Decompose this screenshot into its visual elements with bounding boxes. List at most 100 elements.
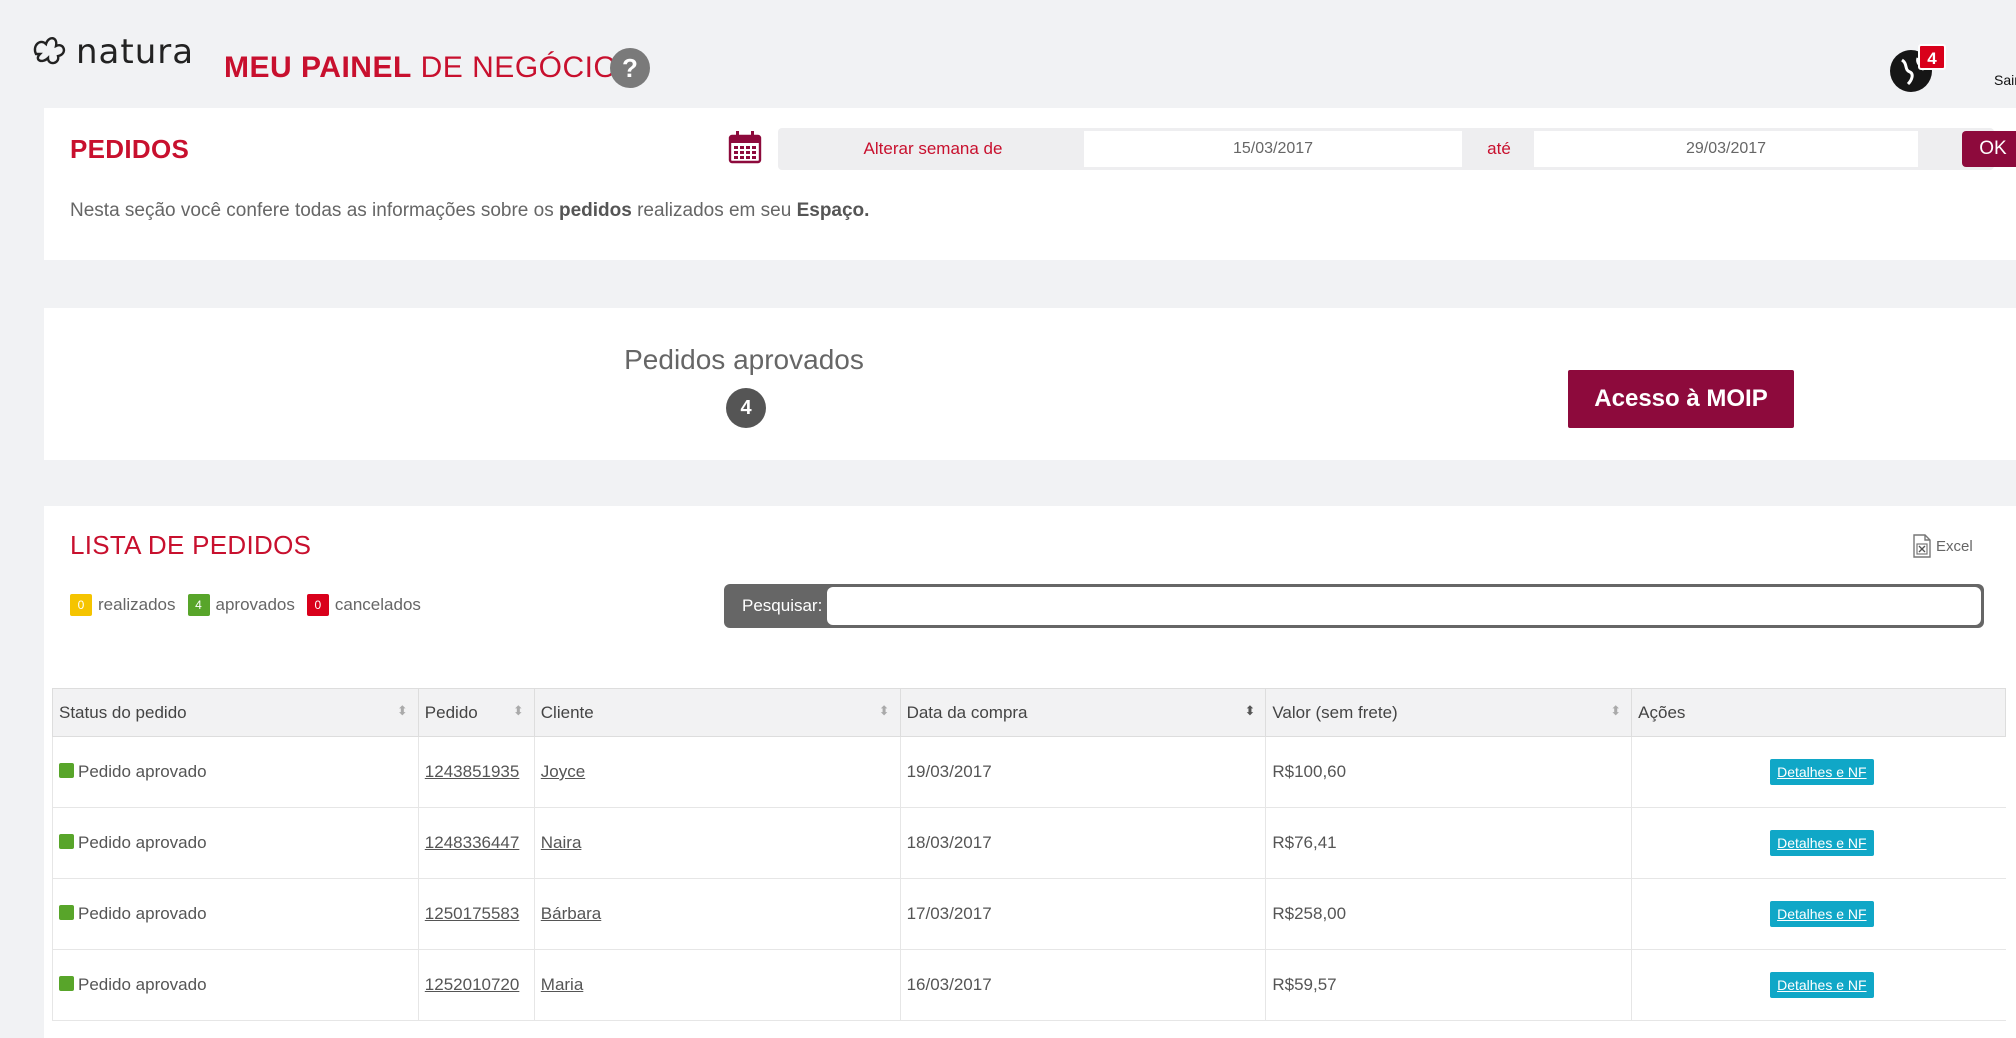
help-button[interactable]: ? bbox=[610, 48, 650, 88]
client-name-link[interactable]: Joyce bbox=[541, 762, 585, 781]
status-cell: Pedido aprovado bbox=[52, 807, 419, 879]
details-nf-button[interactable]: Detalhes e NF bbox=[1770, 830, 1874, 856]
pedidos-description: Nesta seção você confere todas as inform… bbox=[70, 200, 869, 222]
status-cell: Pedido aprovado bbox=[52, 878, 419, 950]
notification-count-badge: 4 bbox=[1918, 44, 1946, 70]
details-nf-button[interactable]: Detalhes e NF bbox=[1770, 759, 1874, 785]
orders-list-panel: LISTA DE PEDIDOS Excel 0 realizados 4 ap… bbox=[44, 506, 2016, 1038]
excel-file-icon bbox=[1913, 534, 1931, 558]
pedido-cell: 1252010720 bbox=[417, 949, 535, 1021]
table-row: Pedido aprovado 1252010720 Maria 16/03/2… bbox=[52, 949, 2006, 1021]
sort-icon: ⬍ bbox=[878, 703, 890, 718]
table-row: Pedido aprovado 1250175583 Bárbara 17/03… bbox=[52, 878, 2006, 950]
status-text: Pedido aprovado bbox=[78, 762, 207, 781]
aprovados-count-badge: 4 bbox=[187, 594, 210, 616]
until-label: até bbox=[1487, 139, 1511, 158]
details-nf-button[interactable]: Detalhes e NF bbox=[1770, 972, 1874, 998]
data-cell: 17/03/2017 bbox=[899, 878, 1266, 950]
pedido-cell: 1243851935 bbox=[417, 736, 535, 808]
client-name-link[interactable]: Maria bbox=[541, 975, 584, 994]
week-label: Alterar semana de bbox=[863, 139, 1003, 158]
search-input[interactable] bbox=[827, 587, 1981, 625]
valor-cell: R$76,41 bbox=[1265, 807, 1632, 879]
desc-bold-espaco: Espaço. bbox=[796, 200, 870, 221]
orders-table: Status do pedido ⬍ Pedido ⬍ Cliente ⬍ Data … bbox=[52, 688, 2006, 1021]
approved-status-icon bbox=[59, 763, 74, 778]
moip-access-button[interactable]: Acesso à MOIP bbox=[1568, 370, 1794, 428]
desc-middle: realizados em seu bbox=[631, 200, 797, 221]
app-title-rest: DE NEGÓCIOS bbox=[411, 51, 638, 84]
order-number-link[interactable]: 1250175583 bbox=[425, 904, 520, 923]
pedidos-panel: PEDIDOS Nesta seção você confere todas a… bbox=[44, 108, 2016, 260]
col-header-acoes: Ações bbox=[1631, 688, 2006, 737]
col-header-cliente[interactable]: Cliente ⬍ bbox=[533, 688, 901, 737]
acoes-cell: Detalhes e NF bbox=[1631, 807, 2006, 879]
ok-button[interactable]: OK bbox=[1962, 131, 2016, 167]
aprovados-label: aprovados bbox=[215, 595, 295, 614]
col-header-pedido-label: Pedido bbox=[424, 702, 478, 722]
col-header-data[interactable]: Data da compra ⬍ bbox=[899, 688, 1267, 737]
week-selector: Alterar semana de até OK bbox=[778, 128, 2016, 170]
logout-link[interactable]: Sair bbox=[1994, 72, 2016, 88]
sort-icon: ⬍ bbox=[396, 703, 408, 718]
realizados-label: realizados bbox=[98, 595, 176, 614]
col-header-valor[interactable]: Valor (sem frete) ⬍ bbox=[1265, 688, 1633, 737]
sort-desc-icon: ⬍ bbox=[1244, 703, 1256, 718]
valor-cell: R$59,57 bbox=[1265, 949, 1632, 1021]
data-cell: 18/03/2017 bbox=[899, 807, 1266, 879]
search-label: Pesquisar: bbox=[742, 596, 823, 615]
calendar-icon[interactable] bbox=[728, 130, 762, 164]
pedidos-title: PEDIDOS bbox=[70, 134, 190, 164]
acoes-cell: Detalhes e NF bbox=[1631, 878, 2006, 950]
notifications-button[interactable]: 4 bbox=[1890, 44, 1946, 94]
sort-icon: ⬍ bbox=[512, 703, 524, 718]
approved-orders-count: 4 bbox=[726, 388, 766, 428]
status-cell: Pedido aprovado bbox=[52, 949, 419, 1021]
acoes-cell: Detalhes e NF bbox=[1631, 949, 2006, 1021]
details-nf-button[interactable]: Detalhes e NF bbox=[1770, 901, 1874, 927]
table-header-row: Status do pedido ⬍ Pedido ⬍ Cliente ⬍ Data … bbox=[52, 688, 2006, 737]
approved-status-icon bbox=[59, 834, 74, 849]
approved-summary-panel: Pedidos aprovados 4 Acesso à MOIP bbox=[44, 308, 2016, 460]
data-cell: 16/03/2017 bbox=[899, 949, 1266, 1021]
client-name-link[interactable]: Naira bbox=[541, 833, 582, 852]
pedido-cell: 1248336447 bbox=[417, 807, 535, 879]
cancelados-count-badge: 0 bbox=[306, 594, 329, 616]
order-number-link[interactable]: 1248336447 bbox=[425, 833, 520, 852]
col-header-status-label: Status do pedido bbox=[59, 702, 187, 722]
excel-label: Excel bbox=[1936, 537, 1973, 555]
natura-flower-icon bbox=[33, 37, 66, 65]
status-text: Pedido aprovado bbox=[78, 975, 207, 994]
natura-logo[interactable]: natura bbox=[30, 32, 194, 72]
order-number-link[interactable]: 1252010720 bbox=[425, 975, 520, 994]
status-legend: 0 realizados 4 aprovados 0 cancelados bbox=[70, 594, 433, 616]
cliente-cell: Joyce bbox=[533, 736, 901, 808]
acoes-cell: Detalhes e NF bbox=[1631, 736, 2006, 808]
col-header-status[interactable]: Status do pedido ⬍ bbox=[52, 688, 419, 737]
col-header-acoes-label: Ações bbox=[1638, 702, 1686, 722]
approved-orders-label: Pedidos aprovados bbox=[624, 344, 864, 375]
col-header-pedido[interactable]: Pedido ⬍ bbox=[417, 688, 535, 737]
valor-cell: R$258,00 bbox=[1265, 878, 1632, 950]
app-title: MEU PAINEL DE NEGÓCIOS bbox=[224, 50, 638, 86]
end-date-input[interactable] bbox=[1534, 131, 1918, 167]
desc-bold-pedidos: pedidos bbox=[558, 200, 632, 221]
brand-name: natura bbox=[76, 32, 195, 72]
col-header-data-label: Data da compra bbox=[906, 702, 1028, 722]
status-cell: Pedido aprovado bbox=[52, 736, 419, 808]
start-date-input[interactable] bbox=[1084, 131, 1462, 167]
realizados-count-badge: 0 bbox=[70, 594, 92, 616]
approved-status-icon bbox=[59, 905, 74, 920]
status-text: Pedido aprovado bbox=[78, 904, 207, 923]
desc-prefix: Nesta seção você confere todas as inform… bbox=[70, 200, 559, 221]
table-row: Pedido aprovado 1248336447 Naira 18/03/2… bbox=[52, 807, 2006, 879]
excel-export-button[interactable]: Excel bbox=[1912, 534, 1973, 558]
table-row: Pedido aprovado 1243851935 Joyce 19/03/2… bbox=[52, 736, 2006, 808]
status-text: Pedido aprovado bbox=[78, 833, 207, 852]
client-name-link[interactable]: Bárbara bbox=[541, 904, 601, 923]
order-number-link[interactable]: 1243851935 bbox=[425, 762, 520, 781]
sort-icon: ⬍ bbox=[1610, 703, 1622, 718]
data-cell: 19/03/2017 bbox=[899, 736, 1266, 808]
approved-status-icon bbox=[59, 976, 74, 991]
col-header-cliente-label: Cliente bbox=[540, 702, 594, 722]
